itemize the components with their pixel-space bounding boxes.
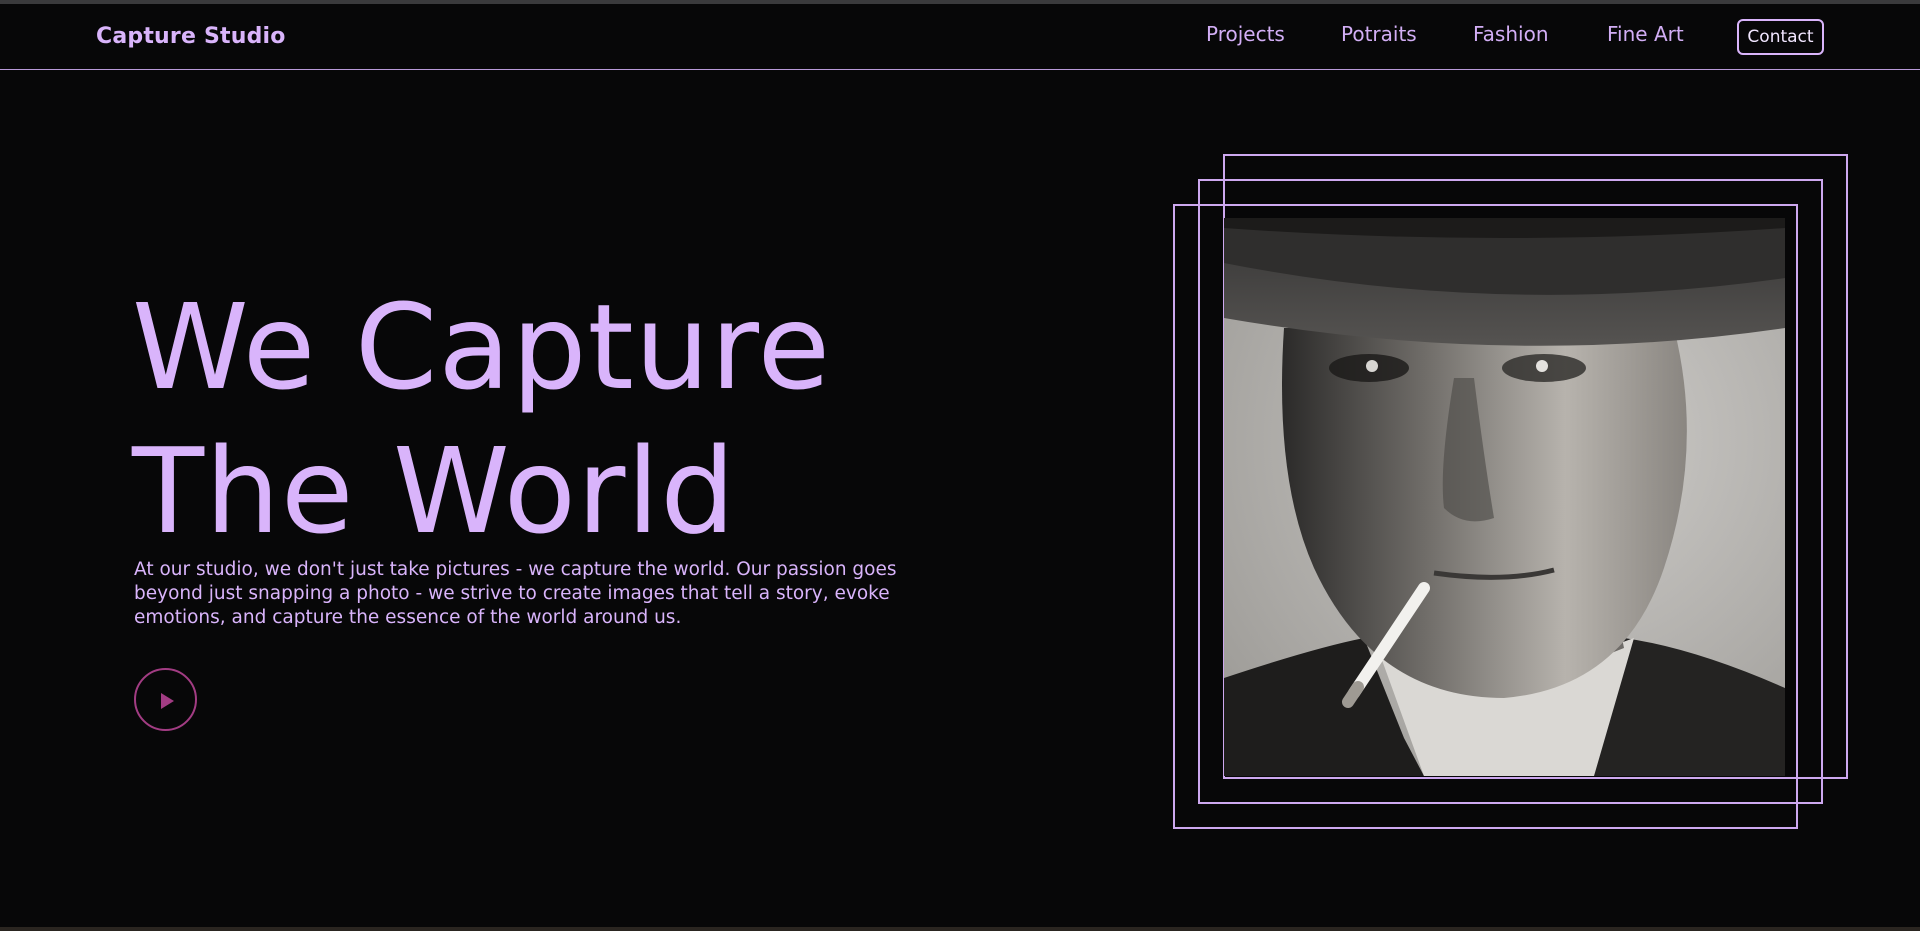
nav-link-fine-art[interactable]: Fine Art — [1607, 22, 1684, 46]
window-bottom-border — [0, 927, 1920, 931]
nav-link-potraits[interactable]: Potraits — [1341, 22, 1417, 46]
hero-title: We Capture The World — [132, 275, 831, 563]
portrait-photo — [1224, 218, 1785, 776]
nav-link-fashion[interactable]: Fashion — [1473, 22, 1549, 46]
contact-button[interactable]: Contact — [1737, 19, 1824, 55]
play-button[interactable] — [134, 668, 197, 731]
hero-title-line-2: The World — [132, 422, 737, 560]
play-icon — [161, 693, 174, 709]
portrait-photo-drawing — [1224, 218, 1785, 776]
nav-link-projects[interactable]: Projects — [1206, 22, 1285, 46]
hero-description: At our studio, we don't just take pictur… — [134, 559, 897, 628]
navbar: Capture Studio Projects Potraits Fashion… — [0, 4, 1920, 70]
brand-logo[interactable]: Capture Studio — [96, 24, 286, 49]
hero-title-line-1: We Capture — [132, 278, 832, 416]
